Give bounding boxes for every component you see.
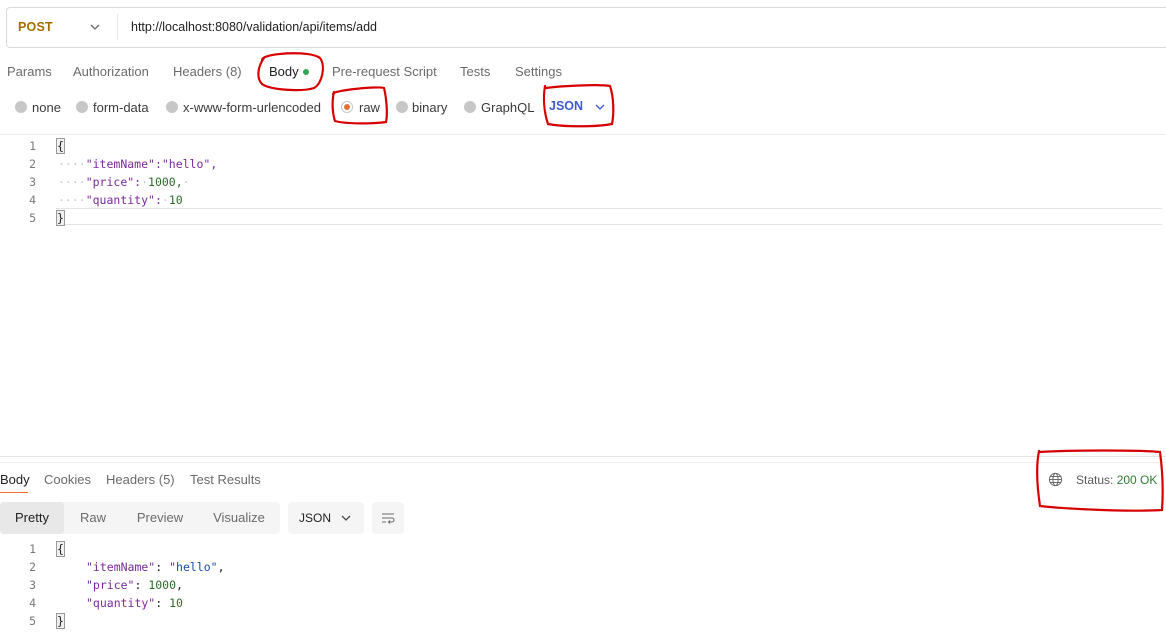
line-number: 1 (29, 542, 36, 556)
line-number: 4 (29, 193, 36, 207)
response-code-line: "quantity": 10 (86, 596, 183, 610)
radio-raw[interactable] (341, 101, 353, 113)
tab-authorization[interactable]: Authorization (73, 64, 149, 79)
response-code-line: { (56, 541, 65, 557)
code-value: 1000 (148, 578, 177, 592)
code-key: "price": (85, 175, 142, 189)
tab-body-label: Body (269, 64, 299, 79)
current-line-highlight (56, 208, 1162, 225)
status-indicator[interactable]: Status: 200 OK (1076, 473, 1157, 487)
code-text: "itemName":"hello", (85, 157, 218, 171)
modified-dot-icon (302, 68, 309, 75)
url-input[interactable]: http://localhost:8080/validation/api/ite… (131, 20, 377, 34)
status-label: Status: (1076, 473, 1114, 487)
radio-urlencoded[interactable] (166, 101, 178, 113)
radio-form-data-label[interactable]: form-data (93, 100, 149, 115)
radio-none-label[interactable]: none (32, 100, 61, 115)
radio-graphql[interactable] (464, 101, 476, 113)
line-number: 2 (29, 560, 36, 574)
open-brace: { (56, 541, 65, 557)
close-brace: } (56, 613, 65, 629)
response-divider (0, 462, 1166, 463)
line-number: 4 (29, 596, 36, 610)
code-value: 10 (168, 193, 183, 207)
line-number: 5 (29, 211, 36, 225)
globe-icon[interactable] (1048, 472, 1063, 487)
active-tab-indicator (0, 492, 28, 493)
code-key: "price" (86, 578, 135, 592)
request-code-line[interactable]: ····"price":·1000,· (58, 175, 190, 189)
request-code-line[interactable]: { (56, 138, 65, 154)
tab-pre-request-script[interactable]: Pre-request Script (332, 64, 437, 79)
open-brace: { (56, 138, 65, 154)
view-raw-button[interactable]: Raw (68, 502, 118, 534)
radio-form-data[interactable] (76, 101, 88, 113)
chevron-down-icon[interactable] (594, 101, 606, 113)
radio-graphql-label[interactable]: GraphQL (481, 100, 534, 115)
tab-params[interactable]: Params (7, 64, 52, 79)
pane-resizer[interactable] (0, 456, 1166, 457)
tab-headers[interactable]: Headers (8) (173, 64, 242, 79)
response-code-line: } (56, 613, 65, 629)
response-tab-cookies[interactable]: Cookies (44, 472, 91, 487)
line-number: 5 (29, 614, 36, 628)
chevron-down-icon[interactable] (89, 21, 101, 33)
response-format-label[interactable]: JSON (299, 511, 331, 525)
line-number: 1 (29, 139, 36, 153)
code-value: 10 (169, 596, 183, 610)
code-key: "quantity": (85, 193, 162, 207)
editor-divider (0, 134, 1166, 135)
response-tab-headers[interactable]: Headers (5) (106, 472, 175, 487)
code-key: "quantity" (86, 596, 156, 610)
request-code-line[interactable]: } (56, 210, 65, 226)
radio-binary-label[interactable]: binary (412, 100, 447, 115)
response-tab-body[interactable]: Body (0, 472, 30, 487)
radio-urlencoded-label[interactable]: x-www-form-urlencoded (183, 100, 321, 115)
chevron-down-icon[interactable] (340, 512, 352, 524)
response-code-line: "itemName": "hello", (86, 560, 225, 574)
response-code-line: "price": 1000, (86, 578, 183, 592)
radio-none[interactable] (15, 101, 27, 113)
line-number: 3 (29, 175, 36, 189)
body-format-select[interactable]: JSON (549, 99, 583, 113)
line-number: 2 (29, 157, 36, 171)
response-tab-test-results[interactable]: Test Results (190, 472, 261, 487)
tab-settings[interactable]: Settings (515, 64, 562, 79)
code-value: 1000, (148, 175, 183, 189)
tab-body[interactable]: Body (269, 64, 309, 79)
tab-tests[interactable]: Tests (460, 64, 490, 79)
code-value: "hello" (169, 560, 218, 574)
code-key: "itemName" (86, 560, 156, 574)
view-visualize-button[interactable]: Visualize (204, 502, 274, 534)
request-code-line[interactable]: ····"itemName":"hello", (58, 157, 217, 171)
method-select[interactable]: POST (18, 20, 53, 34)
line-number: 3 (29, 578, 36, 592)
wrap-lines-icon (382, 513, 395, 524)
annotation-overlay (257, 52, 1164, 512)
view-pretty-button[interactable]: Pretty (0, 502, 64, 534)
url-separator (117, 14, 118, 40)
status-value: 200 OK (1116, 473, 1158, 487)
close-brace: } (56, 210, 65, 226)
radio-binary[interactable] (396, 101, 408, 113)
request-code-line[interactable]: ····"quantity":·10 (58, 193, 183, 207)
radio-raw-label[interactable]: raw (359, 100, 380, 115)
view-preview-button[interactable]: Preview (128, 502, 192, 534)
